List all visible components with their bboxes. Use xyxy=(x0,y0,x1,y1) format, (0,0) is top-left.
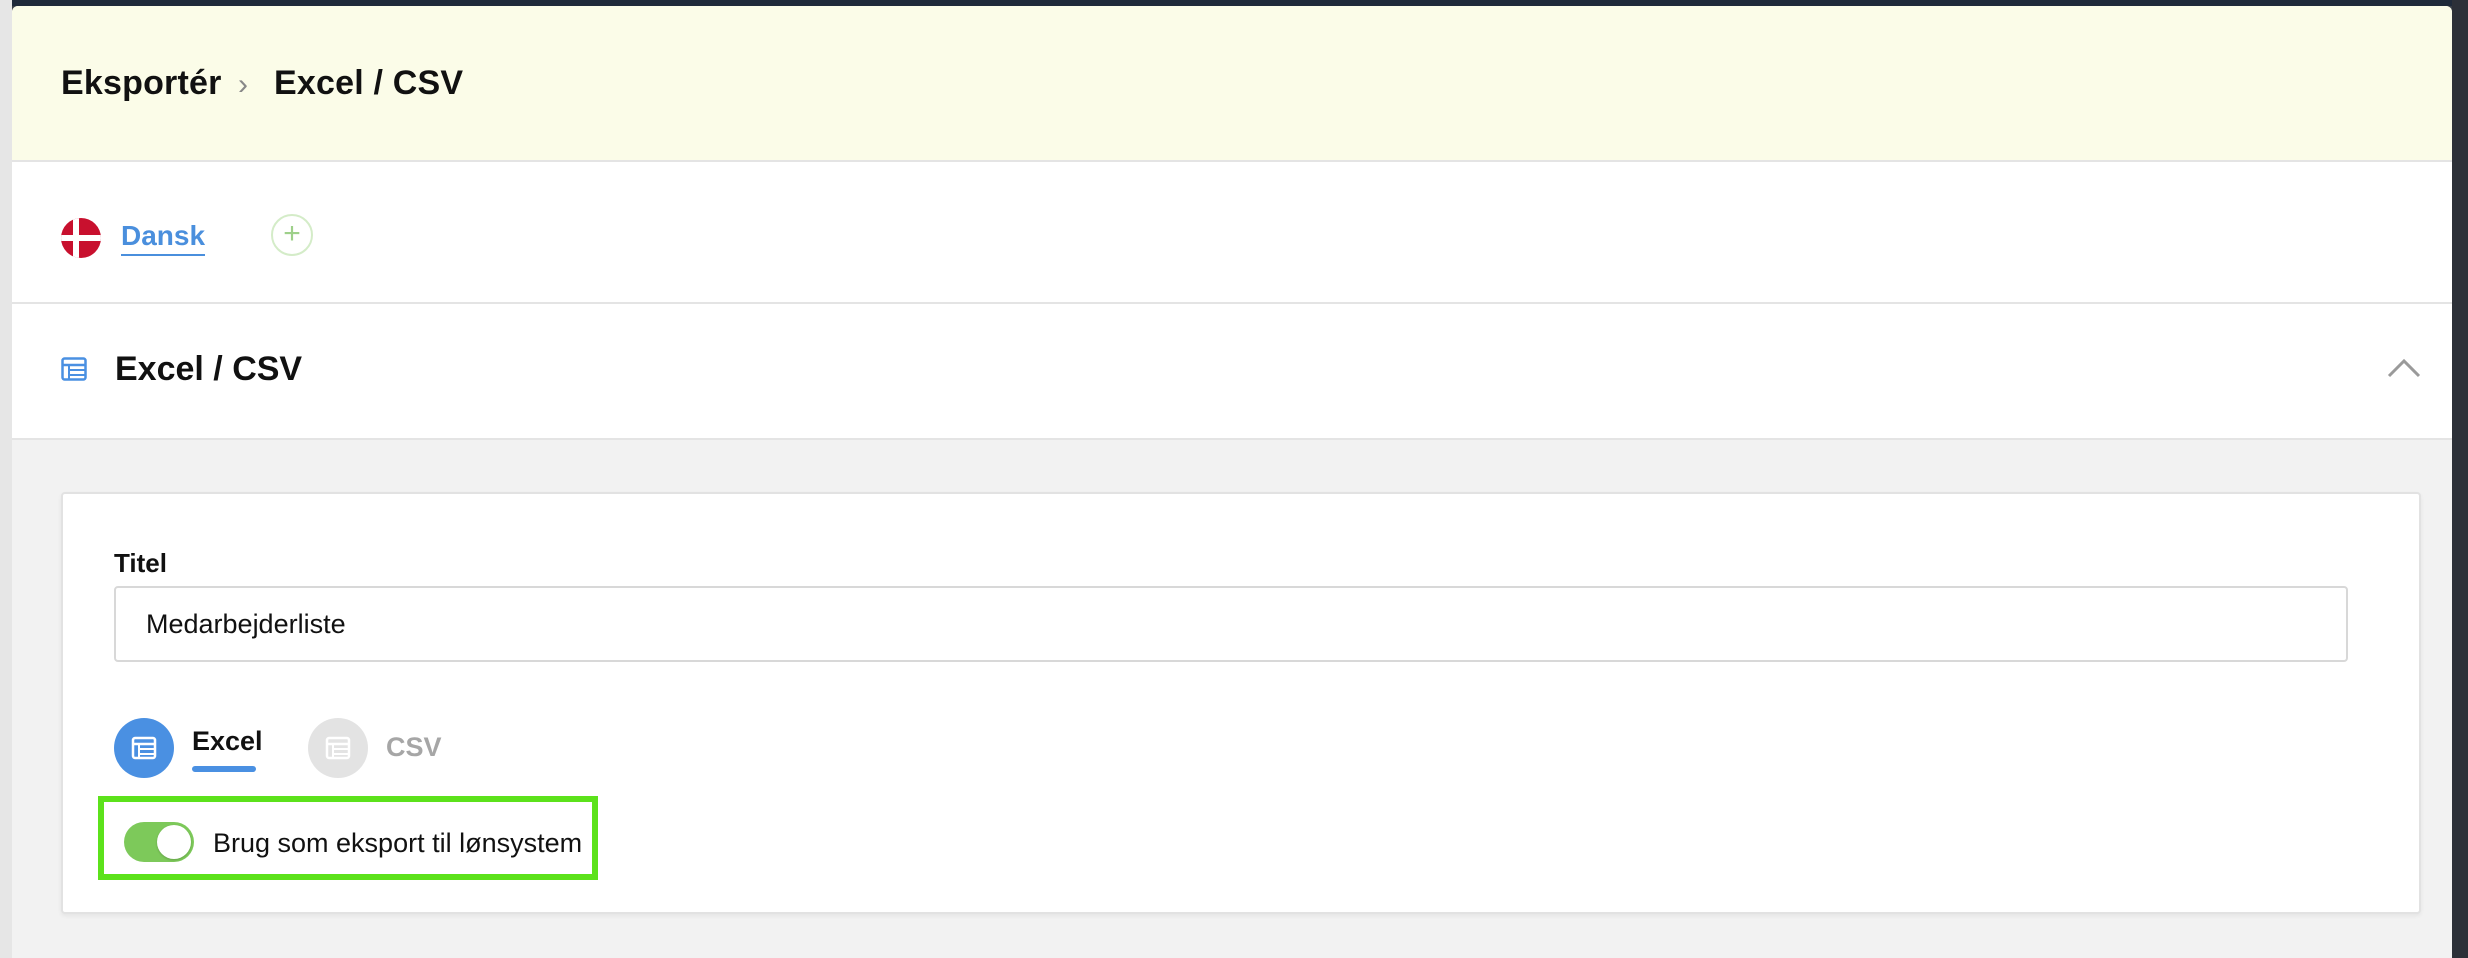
format-csv-button[interactable] xyxy=(308,718,368,778)
format-option-csv[interactable]: CSV xyxy=(308,718,458,782)
table-icon xyxy=(131,736,157,760)
title-input[interactable] xyxy=(114,586,2348,662)
language-bar: Dansk + xyxy=(12,162,2452,304)
table-icon xyxy=(325,736,351,760)
format-csv-label[interactable]: CSV xyxy=(386,732,442,763)
add-language-button[interactable]: + xyxy=(271,214,313,256)
toggle-knob xyxy=(157,825,191,859)
plus-icon: + xyxy=(283,217,301,250)
payroll-export-label: Brug som eksport til lønsystem xyxy=(213,828,583,858)
format-selected-indicator xyxy=(192,766,256,772)
background-right-edge xyxy=(2452,0,2468,958)
chevron-up-icon[interactable] xyxy=(2386,356,2422,380)
format-option-excel[interactable]: Excel xyxy=(114,718,264,782)
modal-header: Eksportér › Excel / CSV xyxy=(12,6,2452,162)
payroll-export-toggle[interactable] xyxy=(124,822,194,862)
language-tab-dansk[interactable]: Dansk xyxy=(121,220,206,256)
breadcrumb-chevron-icon: › xyxy=(238,68,248,101)
format-excel-label[interactable]: Excel xyxy=(192,726,263,757)
table-icon xyxy=(61,357,87,381)
section-header[interactable]: Excel / CSV xyxy=(12,304,2452,440)
denmark-flag-icon xyxy=(61,218,101,258)
format-excel-button[interactable] xyxy=(114,718,174,778)
breadcrumb-current: Excel / CSV xyxy=(274,64,464,102)
title-label: Titel xyxy=(114,548,167,578)
background-left-edge xyxy=(0,0,12,958)
breadcrumb-root[interactable]: Eksportér xyxy=(61,64,222,103)
export-modal: Eksportér › Excel / CSV Dansk + Excel / … xyxy=(12,6,2452,958)
section-title: Excel / CSV xyxy=(115,350,303,388)
